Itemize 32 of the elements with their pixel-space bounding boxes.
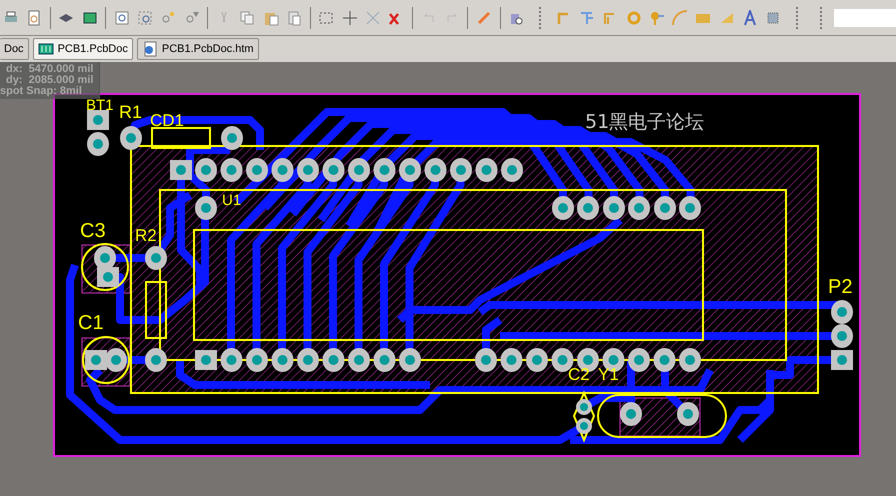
zoom-area-icon	[137, 10, 154, 26]
component-label: P2	[828, 276, 852, 298]
circuit-board-icon	[82, 10, 98, 26]
zoom-icon	[114, 10, 130, 26]
clipboard-icon	[286, 10, 302, 26]
component-label: C3	[80, 220, 106, 242]
branching-lines-icon	[578, 10, 595, 26]
input-field[interactable]	[834, 8, 896, 26]
copy-icon	[239, 10, 256, 26]
coordinate-readout: dx: 5470.000 mil	[5, 64, 94, 75]
web-page-icon	[142, 41, 158, 57]
pen-icon	[476, 10, 492, 26]
filter-icon	[184, 10, 200, 26]
via-icon	[648, 10, 665, 26]
coordinate-readout: spot Snap: 8mil	[0, 86, 83, 97]
board-title: 51黑电子论坛	[585, 111, 704, 133]
document-tab[interactable]: PCB1.PcbDoc	[32, 38, 133, 60]
component-label: BT1	[86, 97, 114, 114]
circuit-board-icon	[38, 41, 54, 57]
component-label: R2	[135, 226, 157, 245]
component-label: C1	[78, 312, 104, 334]
document-tab[interactable]: PCB1.PcbDoc.htm	[136, 38, 259, 60]
pad-icon	[626, 10, 642, 26]
component-label: C2	[568, 365, 590, 384]
selection-rectangle-icon	[318, 10, 334, 26]
move-icon	[342, 10, 358, 26]
arc-icon	[672, 10, 688, 26]
magnifier-page-icon	[26, 10, 42, 26]
component-label: R1	[119, 102, 142, 122]
letter-a-icon	[742, 10, 758, 26]
coordinate-readout: dy: 2085.000 mil	[5, 75, 94, 86]
document-tab[interactable]: Doc	[0, 38, 29, 60]
